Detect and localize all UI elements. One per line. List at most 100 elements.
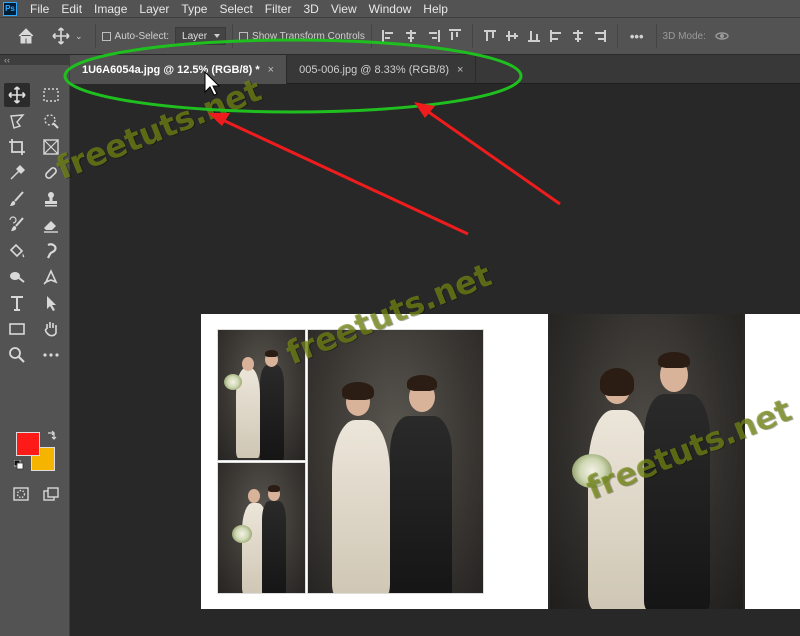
more-options-button[interactable]: ••• (630, 29, 644, 44)
photoshop-logo-icon[interactable]: Ps (3, 1, 17, 16)
menu-layer[interactable]: Layer (134, 2, 174, 16)
smudge-icon (47, 243, 57, 259)
align-left-icon[interactable] (381, 29, 396, 43)
pen-icon (43, 269, 58, 285)
3d-orbit-icon[interactable] (714, 28, 730, 44)
history-brush-tool[interactable] (4, 213, 30, 237)
menu-help[interactable]: Help (418, 2, 453, 16)
healing-brush-tool[interactable] (38, 161, 64, 185)
eraser-tool[interactable] (38, 213, 64, 237)
zoom-tool[interactable] (4, 343, 30, 367)
type-tool[interactable] (4, 291, 30, 315)
eyedropper-tool[interactable] (4, 161, 30, 185)
quick-selection-tool[interactable] (38, 109, 64, 133)
swap-colors-icon[interactable] (46, 430, 57, 441)
rectangle-tool[interactable] (4, 317, 30, 341)
menu-file[interactable]: File (25, 2, 54, 16)
groom-hair (407, 375, 437, 391)
eraser-icon (44, 221, 58, 233)
menu-filter[interactable]: Filter (260, 2, 297, 16)
groom-figure (644, 394, 710, 609)
distribute-left-icon[interactable] (549, 29, 563, 43)
checkbox-box[interactable] (239, 31, 249, 41)
menu-image[interactable]: Image (89, 2, 132, 16)
smudge-tool[interactable] (38, 239, 64, 263)
menu-window[interactable]: Window (364, 2, 417, 16)
clone-stamp-tool[interactable] (38, 187, 64, 211)
home-button[interactable] (0, 27, 52, 45)
more-dots-icon (43, 353, 59, 357)
frame-icon (43, 139, 59, 155)
bandage-icon (45, 167, 57, 179)
foreground-color-swatch[interactable] (16, 432, 40, 456)
move-tool-preset[interactable]: ⌄ (52, 27, 83, 45)
bride-figure (332, 420, 390, 593)
album-page-left (201, 314, 548, 609)
edit-toolbar-button[interactable] (38, 343, 64, 367)
quick-mask-button[interactable] (8, 482, 34, 506)
paint-bucket-icon (9, 243, 25, 258)
groom-hair (265, 350, 278, 357)
quick-mask-icon (13, 487, 29, 501)
pen-tool[interactable] (38, 265, 64, 289)
crop-tool[interactable] (4, 135, 30, 159)
distribute-horizontal-center-icon[interactable] (571, 29, 585, 43)
paint-bucket-tool[interactable] (4, 239, 30, 263)
bride-figure (588, 410, 650, 609)
quick-selection-icon (44, 114, 59, 129)
rectangular-marquee-tool[interactable] (38, 83, 64, 107)
frame-tool[interactable] (38, 135, 64, 159)
distribute-bottom-icon[interactable] (527, 29, 541, 43)
menu-edit[interactable]: Edit (56, 2, 87, 16)
stamp-icon (45, 192, 57, 207)
move-tool[interactable] (4, 83, 30, 107)
options-bar: ⌄ Auto-Select: Layer Show Transform Cont… (0, 17, 800, 55)
close-icon[interactable]: × (268, 64, 274, 76)
menu-type[interactable]: Type (176, 2, 212, 16)
tab-document-1[interactable]: 1U6A6054a.jpg @ 12.5% (RGB/8) * × (70, 55, 288, 84)
dodge-tool[interactable] (4, 265, 30, 289)
separator (616, 24, 618, 48)
menu-view[interactable]: View (326, 2, 362, 16)
bride-head (248, 489, 260, 503)
auto-select-target-dropdown[interactable]: Layer (175, 27, 227, 45)
align-top-icon[interactable] (448, 29, 462, 43)
couple-photo-large (307, 329, 484, 594)
arrow-pointer-icon (47, 296, 56, 311)
couple-photo-small-bottom (217, 462, 306, 594)
dodge-icon (10, 272, 25, 283)
hand-icon (44, 322, 57, 337)
distribute-top-icon[interactable] (483, 29, 497, 43)
document-canvas[interactable] (71, 85, 800, 636)
tab-document-2[interactable]: 005-006.jpg @ 8.33% (RGB/8) × (287, 55, 477, 84)
hand-tool[interactable] (38, 317, 64, 341)
collapse-panel-button[interactable]: ‹‹ (0, 55, 69, 65)
menu-select[interactable]: Select (214, 2, 257, 16)
show-transform-label: Show Transform Controls (252, 30, 365, 42)
crop-icon (9, 139, 25, 155)
tools-panel: ‹‹ (0, 55, 70, 636)
bouquet (232, 525, 252, 543)
separator (94, 24, 96, 48)
bouquet (572, 454, 612, 488)
menu-3d[interactable]: 3D (298, 2, 323, 16)
checkbox-box[interactable] (101, 31, 111, 41)
brush-tool[interactable] (4, 187, 30, 211)
chevron-down-icon: ⌄ (75, 30, 83, 41)
screen-mode-icon (43, 487, 59, 501)
move-icon (52, 27, 70, 45)
path-selection-tool[interactable] (38, 291, 64, 315)
align-horizontal-center-icon[interactable] (404, 29, 418, 43)
distribute-vertical-center-icon[interactable] (505, 29, 519, 43)
groom-figure (390, 416, 452, 593)
close-icon[interactable]: × (457, 64, 463, 76)
tab-label: 005-006.jpg @ 8.33% (RGB/8) (299, 63, 450, 76)
auto-select-checkbox[interactable]: Auto-Select: (101, 31, 169, 42)
distribute-right-icon[interactable] (593, 29, 607, 43)
screen-mode-button[interactable] (38, 482, 64, 506)
lasso-tool[interactable] (4, 109, 30, 133)
align-right-icon[interactable] (426, 29, 440, 43)
groom-hair (268, 485, 280, 492)
default-colors-icon[interactable] (14, 460, 24, 470)
show-transform-checkbox[interactable]: Show Transform Controls (239, 31, 365, 42)
